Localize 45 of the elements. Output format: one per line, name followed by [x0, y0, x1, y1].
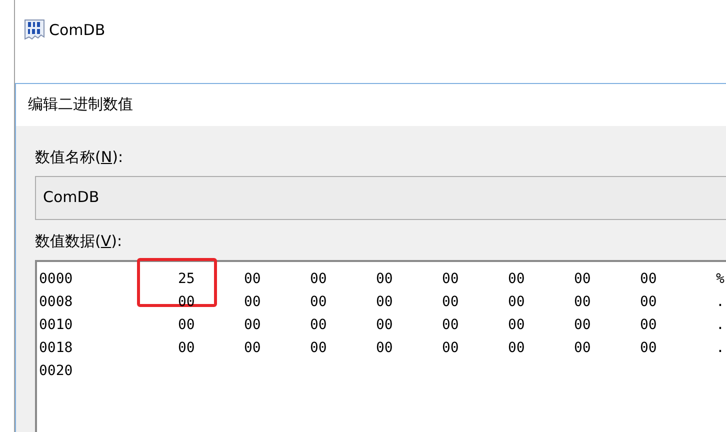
hex-byte: 00 — [508, 294, 525, 310]
offset-text: 0018 — [39, 340, 74, 356]
offset-text: 0000 — [39, 270, 74, 286]
hex-byte: 00 — [376, 294, 393, 310]
hex-byte: 00 — [640, 340, 657, 356]
hex-byte: 00 — [442, 270, 459, 286]
hex-byte: 00 — [442, 340, 459, 356]
hex-byte: 00 — [178, 316, 195, 332]
hex-byte: 00 — [310, 294, 327, 310]
hex-byte: 00 — [244, 294, 261, 310]
offset-text: 0008 — [39, 294, 74, 310]
hex-byte: 00 — [574, 340, 591, 356]
hex-byte: 00 — [376, 270, 393, 286]
hex-byte: 00 — [574, 294, 591, 310]
hex-byte: 00 — [508, 316, 525, 332]
hex-byte: 00 — [310, 340, 327, 356]
value-name-label: 数值名称(N): — [35, 148, 124, 168]
hex-byte: 00 — [310, 316, 327, 332]
hex-byte: 00 — [310, 270, 327, 286]
hex-byte: 00 — [178, 340, 195, 356]
hex-byte: 00 — [640, 270, 657, 286]
offset-text: 0020 — [39, 362, 74, 378]
hex-byte: 00 — [244, 270, 261, 286]
hex-byte: 00 — [574, 316, 591, 332]
hex-byte: 25 — [178, 270, 195, 286]
ascii-text: . — [716, 340, 724, 356]
tree-item[interactable]: ComDB — [24, 19, 106, 40]
hex-byte: 00 — [508, 340, 525, 356]
hex-byte: 00 — [442, 316, 459, 332]
hex-byte: 00 — [508, 270, 525, 286]
ascii-text: . — [716, 316, 724, 332]
hex-byte: 00 — [442, 294, 459, 310]
hex-byte: 00 — [244, 316, 261, 332]
ascii-text: % — [716, 270, 724, 286]
binary-value-icon — [24, 19, 45, 40]
hex-byte: 00 — [640, 294, 657, 310]
hex-byte: 00 — [376, 316, 393, 332]
value-name-field[interactable]: ComDB — [35, 176, 726, 220]
ascii-text: . — [716, 294, 724, 310]
hex-byte: 00 — [376, 340, 393, 356]
value-data-label: 数值数据(V): — [35, 232, 124, 252]
hex-byte: 00 — [574, 270, 591, 286]
hex-byte: 00 — [640, 316, 657, 332]
hex-byte: 00 — [244, 340, 261, 356]
offset-text: 0010 — [39, 316, 74, 332]
